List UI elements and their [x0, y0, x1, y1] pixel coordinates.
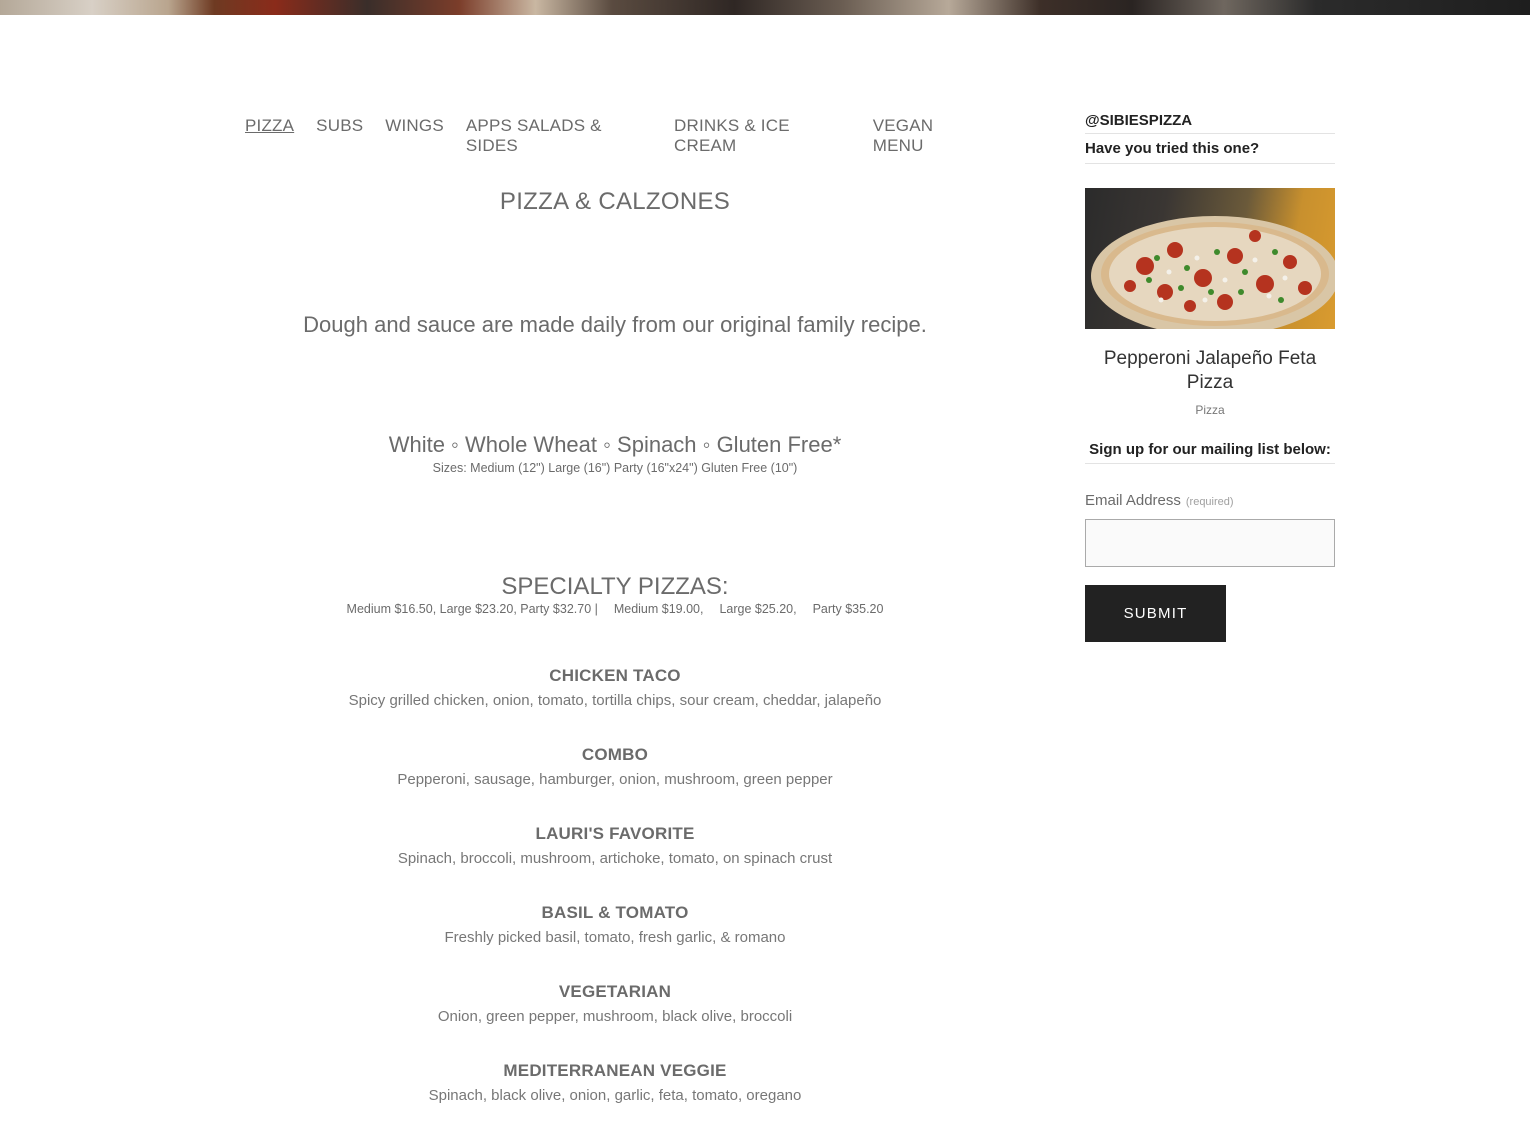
menu-item-name: VEGETARIAN	[558, 982, 672, 1001]
crust-options: White ◦ Whole Wheat ◦ Spinach ◦ Gluten F…	[388, 432, 842, 457]
email-required-note: (required)	[1185, 496, 1234, 508]
submit-button[interactable]: SUBMIT	[1085, 585, 1226, 642]
menu-item-name: COMBO	[581, 745, 649, 764]
email-input[interactable]	[1085, 519, 1335, 567]
specialty-prices: Medium $16.50, Large $23.20, Party $32.7…	[346, 602, 884, 616]
nav-drinks-ice-cream[interactable]: DRINKS & ICE CREAM	[674, 116, 851, 156]
menu-item: VEGETARIAN Onion, green pepper, mushroom…	[245, 982, 985, 1061]
email-label: Email Address (required)	[1085, 492, 1335, 509]
menu-main: PIZZA SUBS WINGS APPS SALADS & SIDES DRI…	[245, 100, 985, 1104]
menu-item-desc: Pepperoni, sausage, hamburger, onion, mu…	[397, 771, 833, 788]
nav-pizza[interactable]: PIZZA	[245, 116, 294, 156]
specialty-title: SPECIALTY PIZZAS:	[501, 573, 729, 600]
menu-items: CHICKEN TACO Spicy grilled chicken, onio…	[245, 666, 985, 1140]
mailing-list-heading: Sign up for our mailing list below:	[1085, 441, 1335, 464]
intro-text: Dough and sauce are made daily from our …	[303, 312, 927, 337]
menu-item-desc: Freshly picked basil, tomato, fresh garl…	[444, 929, 786, 946]
hero-image-strip	[0, 0, 1530, 15]
menu-item: LAURI'S FAVORITE Spinach, broccoli, mush…	[245, 824, 985, 903]
email-label-text: Email Address	[1085, 492, 1181, 509]
size-options: Sizes: Medium (12") Large (16") Party (1…	[432, 461, 798, 475]
featured-pizza-category: Pizza	[1195, 403, 1225, 417]
menu-nav: PIZZA SUBS WINGS APPS SALADS & SIDES DRI…	[245, 116, 985, 156]
featured-pizza-name[interactable]: Pepperoni Jalapeño Feta Pizza	[1085, 347, 1335, 395]
menu-item: BASIL & TOMATO Freshly picked basil, tom…	[245, 903, 985, 982]
nav-apps-salads-sides[interactable]: APPS SALADS & SIDES	[466, 116, 652, 156]
nav-wings[interactable]: WINGS	[385, 116, 444, 156]
nav-vegan-menu[interactable]: VEGAN MENU	[873, 116, 985, 156]
menu-item: CHICKEN TACO Spicy grilled chicken, onio…	[245, 666, 985, 745]
menu-item: MEDITERRANEAN VEGGIE Spinach, black oliv…	[245, 1061, 985, 1140]
menu-item-name: MEDITERRANEAN VEGGIE	[503, 1061, 727, 1080]
menu-item-desc: Spicy grilled chicken, onion, tomato, to…	[348, 692, 882, 709]
instagram-handle: @SIBIESPIZZA	[1085, 112, 1335, 134]
pizza-photo-icon	[1091, 216, 1335, 329]
menu-item-name: LAURI'S FAVORITE	[535, 824, 695, 843]
featured-heading: Have you tried this one?	[1085, 134, 1335, 164]
section-title: PIZZA & CALZONES	[499, 188, 731, 215]
menu-item-desc: Spinach, black olive, onion, garlic, fet…	[428, 1087, 802, 1104]
menu-item-desc: Onion, green pepper, mushroom, black oli…	[437, 1008, 793, 1025]
menu-item-desc: Spinach, broccoli, mushroom, artichoke, …	[397, 850, 833, 867]
menu-item: COMBO Pepperoni, sausage, hamburger, oni…	[245, 745, 985, 824]
featured-pizza-image[interactable]	[1085, 188, 1335, 329]
menu-item-name: CHICKEN TACO	[549, 666, 681, 685]
sidebar: @SIBIESPIZZA Have you tried this one? Pe…	[1085, 112, 1335, 642]
nav-subs[interactable]: SUBS	[316, 116, 363, 156]
menu-item-name: BASIL & TOMATO	[541, 903, 689, 922]
